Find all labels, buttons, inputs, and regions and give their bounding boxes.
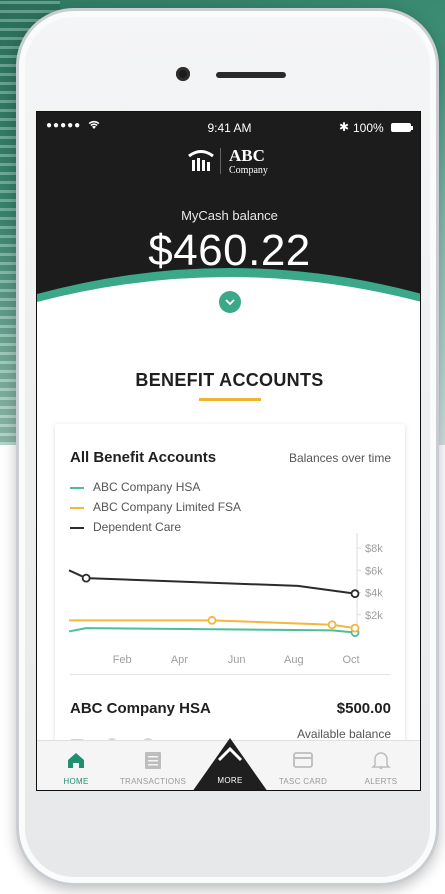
series-line-0: [68, 627, 356, 634]
legend-swatch: [70, 507, 84, 509]
x-tick-label: Oct: [342, 654, 359, 666]
tab-transactions[interactable]: TRANSACTIONS: [115, 741, 191, 790]
tab-more[interactable]: MORE: [192, 730, 268, 790]
tab-label: MORE: [217, 776, 243, 785]
tab-tasc-card[interactable]: TASC CARD: [273, 741, 333, 790]
x-tick-label: Jun: [228, 654, 246, 666]
card-subtitle: Balances over time: [288, 451, 391, 465]
status-bar: ●●●●● 9:41 AM ✱ 100%: [37, 120, 420, 136]
hsa-account-amount: $500.00: [336, 700, 391, 717]
x-tick-label: Apr: [171, 654, 188, 666]
balance-label: MyCash balance: [181, 208, 278, 223]
tab-label: HOME: [63, 777, 89, 786]
tab-label: TRANSACTIONS: [119, 777, 187, 786]
legend-label: ABC Company Limited FSA: [93, 500, 242, 514]
chevron-down-icon: [225, 299, 235, 306]
front-camera: [176, 67, 190, 81]
home-icon: [68, 753, 84, 768]
tab-label: TASC CARD: [278, 777, 328, 786]
x-tick-label: Aug: [284, 654, 304, 666]
card-divider: [70, 674, 390, 675]
tab-alerts[interactable]: ALERTS: [353, 741, 409, 790]
earpiece-speaker: [216, 72, 286, 78]
logo-divider: [220, 148, 221, 174]
logo-subtitle: Company: [229, 165, 268, 176]
balances-chart[interactable]: $2k $4k $6k $8k Feb Apr Jun Aug Oct: [55, 529, 405, 679]
battery-icon: [391, 123, 413, 132]
bell-icon: [371, 752, 391, 769]
tab-label: ALERTS: [364, 777, 398, 786]
battery-percentage: 100%: [353, 121, 384, 135]
series-point-1[interactable]: [327, 620, 337, 630]
section-underline: [199, 398, 261, 401]
series-point-1[interactable]: [350, 623, 360, 633]
legend-label: ABC Company HSA: [93, 480, 201, 494]
series-point-2[interactable]: [81, 573, 91, 583]
y-tick-label: $4k: [365, 588, 383, 600]
y-tick-label: $2k: [365, 610, 383, 622]
series-point-2[interactable]: [350, 589, 360, 599]
tab-home[interactable]: HOME: [51, 741, 101, 790]
hsa-account-name: ABC Company HSA: [70, 700, 211, 717]
y-tick-label: $6k: [365, 565, 383, 577]
logo-name: ABC: [229, 146, 265, 165]
list-icon: [145, 752, 161, 769]
expand-balance-button[interactable]: [219, 291, 241, 313]
card-icon: [293, 752, 313, 768]
series-point-1[interactable]: [207, 615, 217, 625]
app-screen: ●●●●● 9:41 AM ✱ 100% ABC Company MyCash …: [36, 111, 421, 791]
section-title: BENEFIT ACCOUNTS: [135, 370, 324, 390]
series-line-2: [68, 569, 356, 595]
abc-logo-icon: [188, 150, 214, 171]
home-button-area: [197, 812, 237, 852]
hsa-available-label: Available balance: [297, 727, 391, 741]
header: ●●●●● 9:41 AM ✱ 100% ABC Company MyCash …: [37, 112, 420, 342]
bluetooth-icon: ✱: [339, 120, 350, 134]
benefit-accounts-card[interactable]: All Benefit Accounts Balances over time …: [55, 424, 405, 754]
legend-swatch: [70, 487, 84, 489]
x-tick-label: Feb: [113, 654, 132, 666]
card-title: All Benefit Accounts: [70, 449, 217, 466]
y-tick-label: $8k: [365, 543, 383, 555]
